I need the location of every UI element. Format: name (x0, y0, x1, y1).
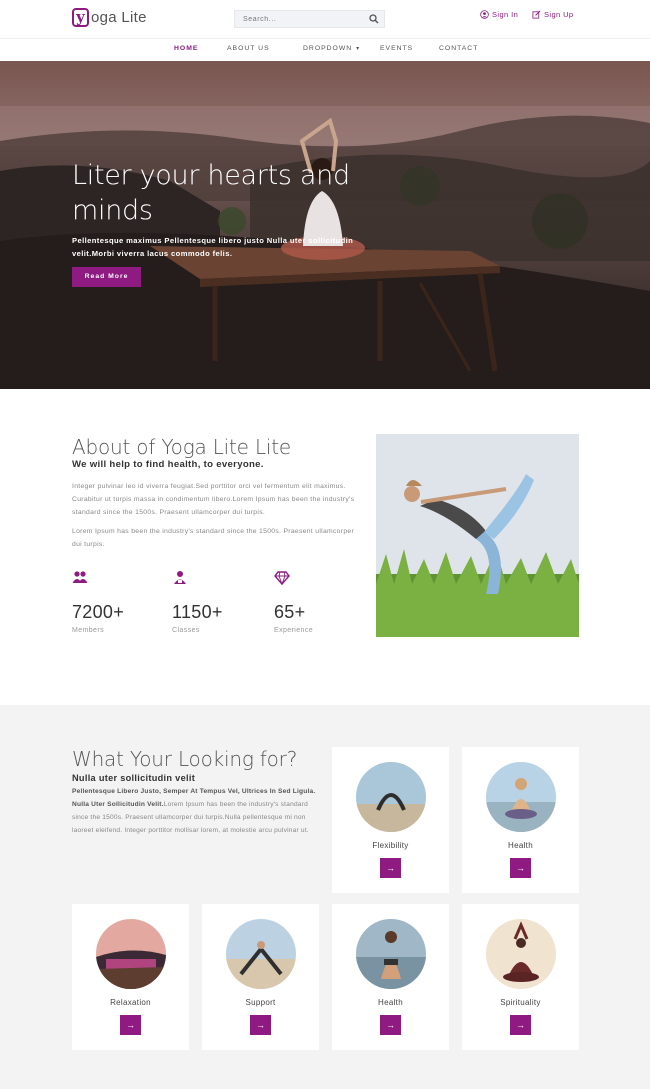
card-label: Spirituality (500, 998, 541, 1007)
stat-label: Experience (274, 627, 314, 634)
arrow-right-button[interactable]: → (380, 858, 401, 878)
site-logo[interactable]: y oga Lite (72, 8, 147, 27)
about-subtitle: We will help to find health, to everyone… (72, 459, 264, 470)
flexibility-image (356, 762, 426, 832)
services-text: Pellentesque Libero Justo, Semper At Tem… (72, 785, 322, 837)
top-header: y oga Lite Sign In Sign Up (0, 0, 650, 38)
sign-up-label: Sign Up (544, 10, 574, 19)
service-card-health-2: Health → (332, 904, 449, 1050)
nav-dropdown[interactable]: DROPDOWN ▾ (303, 45, 360, 52)
search-box (234, 10, 385, 28)
hero-title: Liter your hearts and minds (72, 160, 350, 226)
relaxation-image (96, 919, 166, 989)
stat-value: 7200+ (72, 602, 125, 622)
about-paragraph-2: Lorem Ipsum has been the industry's stan… (72, 528, 355, 548)
search-icon[interactable] (368, 13, 380, 25)
arrow-right-button[interactable]: → (120, 1015, 141, 1035)
edit-icon (532, 10, 541, 19)
nav-events[interactable]: EVENTS (380, 45, 413, 52)
service-card-flexibility: Flexibility → (332, 747, 449, 893)
user-icon (480, 10, 489, 19)
card-label: Flexibility (372, 841, 409, 850)
health-image (356, 919, 426, 989)
service-card-relaxation: Relaxation → (72, 904, 189, 1050)
arrow-right-button[interactable]: → (510, 858, 531, 878)
arrow-right-button[interactable]: → (380, 1015, 401, 1035)
stat-classes: 1150+ Classes (172, 570, 262, 634)
stat-members: 7200+ Members (72, 570, 162, 634)
stat-experience: 65+ Experience (274, 570, 364, 634)
yoga-pose-image (376, 434, 579, 637)
nav-dropdown-label: DROPDOWN (303, 45, 353, 52)
yoga-pose-illustration (376, 434, 579, 637)
services-subtitle: Nulla uter sollicitudin velit (72, 773, 196, 783)
card-label: Relaxation (110, 998, 151, 1007)
health-image (486, 762, 556, 832)
service-card-spirituality: Spirituality → (462, 904, 579, 1050)
classes-icon (174, 571, 186, 584)
diamond-icon (274, 571, 290, 586)
stat-label: Classes (172, 627, 200, 634)
card-label: Support (245, 998, 276, 1007)
logo-text: oga Lite (91, 9, 147, 26)
nav-home[interactable]: HOME (174, 45, 198, 52)
chevron-down-icon: ▾ (356, 46, 361, 52)
card-label: Health (378, 998, 403, 1007)
read-more-button[interactable]: Read More (72, 267, 141, 287)
service-card-support: Support → (202, 904, 319, 1050)
services-title: What Your Looking for? (72, 747, 298, 771)
spirituality-image (486, 919, 556, 989)
main-nav: HOME ABOUT US DROPDOWN ▾ EVENTS CONTACT (0, 38, 650, 60)
members-icon (72, 571, 88, 583)
sign-in-link[interactable]: Sign In (480, 10, 518, 19)
about-title: About of Yoga Lite Lite (72, 435, 291, 459)
card-label: Health (508, 841, 533, 850)
hero-banner: Liter your hearts and minds Pellentesque… (0, 61, 650, 389)
stat-value: 1150+ (172, 602, 223, 622)
search-input[interactable] (235, 11, 365, 27)
arrow-right-button[interactable]: → (510, 1015, 531, 1035)
stat-value: 65+ (274, 602, 306, 622)
stat-label: Members (72, 627, 104, 634)
arrow-right-button[interactable]: → (250, 1015, 271, 1035)
logo-mark: y (72, 8, 89, 27)
nav-about-us[interactable]: ABOUT US (227, 45, 270, 52)
hero-text: Pellentesque maximus Pellentesque libero… (72, 236, 354, 258)
about-paragraph-1: Integer pulvinar leo id viverra feugiat.… (72, 483, 355, 516)
sign-up-link[interactable]: Sign Up (532, 10, 573, 19)
sign-in-label: Sign In (492, 10, 519, 19)
support-image (226, 919, 296, 989)
nav-contact[interactable]: CONTACT (439, 45, 478, 52)
service-card-health: Health → (462, 747, 579, 893)
